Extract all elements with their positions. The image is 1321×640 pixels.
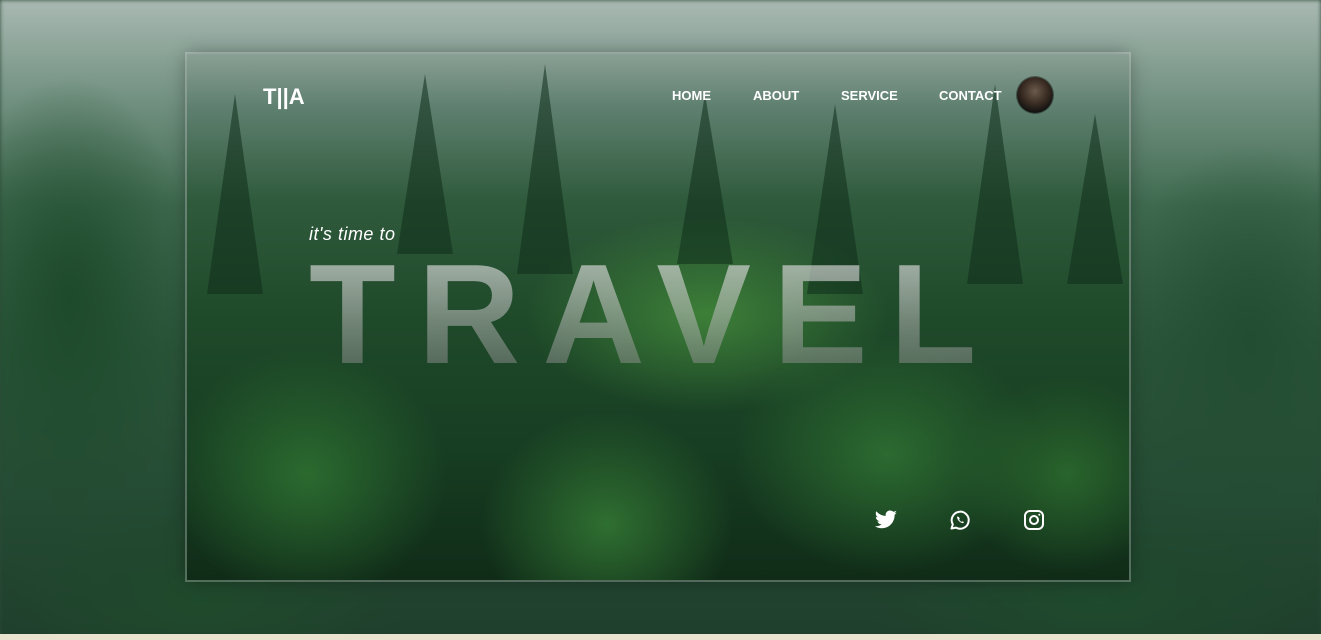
- nav-home[interactable]: HOME: [672, 88, 711, 103]
- brand-logo[interactable]: T||A: [263, 84, 305, 110]
- hero-headline: TRAVEL: [309, 240, 1029, 390]
- hero-card: T||A HOME ABOUT SERVICE CONTACT it's tim…: [187, 54, 1129, 580]
- nav-about[interactable]: ABOUT: [753, 88, 799, 103]
- twitter-icon[interactable]: [874, 508, 898, 532]
- instagram-icon[interactable]: [1022, 508, 1046, 532]
- whatsapp-icon[interactable]: [948, 508, 972, 532]
- nav-contact[interactable]: CONTACT: [939, 88, 1002, 103]
- tree-shape: [1067, 114, 1123, 284]
- user-avatar[interactable]: [1017, 77, 1053, 113]
- nav-service[interactable]: SERVICE: [841, 88, 898, 103]
- bottom-strip: [0, 634, 1321, 640]
- top-navigation: T||A HOME ABOUT SERVICE CONTACT: [187, 54, 1129, 134]
